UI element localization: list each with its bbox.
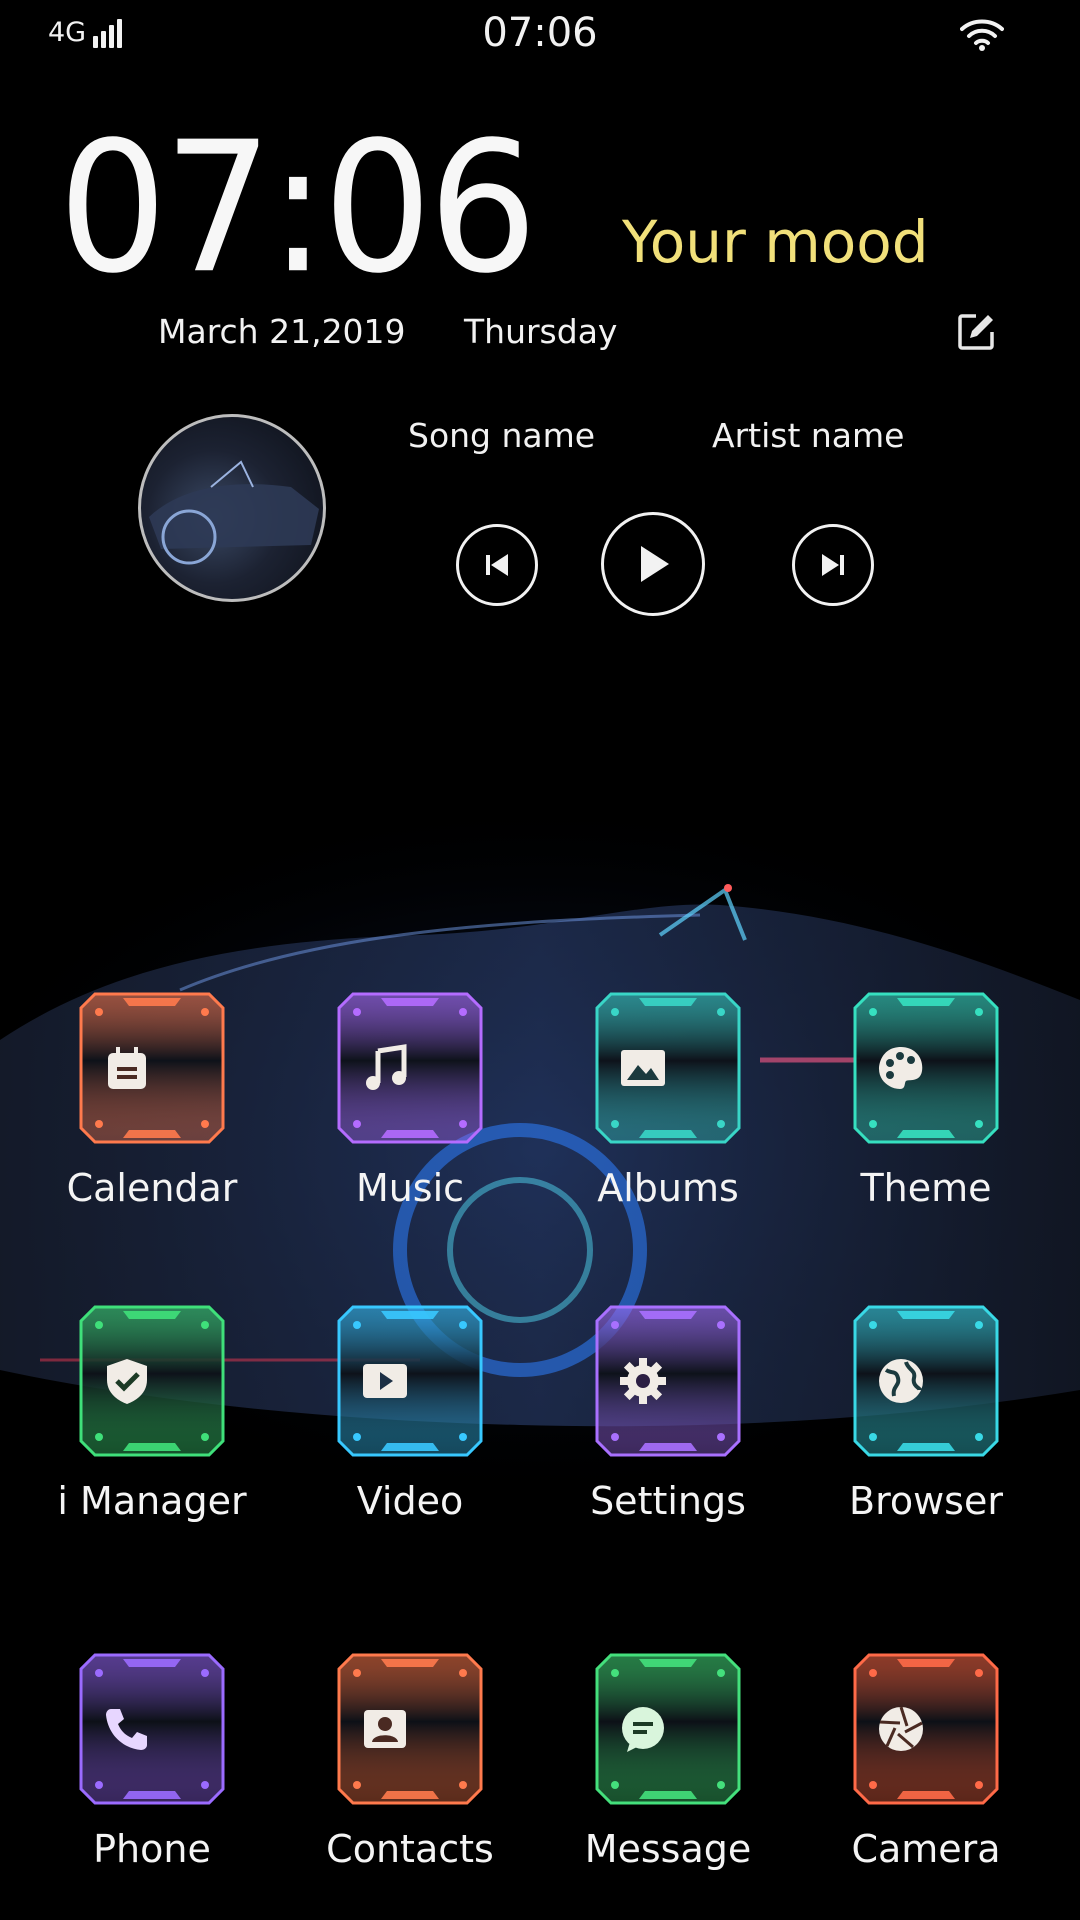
shield-check-icon bbox=[107, 1359, 147, 1404]
app-label: Browser bbox=[849, 1479, 1003, 1523]
app-i-manager[interactable]: i Manager bbox=[52, 1303, 252, 1543]
app-video[interactable]: Video bbox=[310, 1303, 510, 1543]
status-time: 07:06 bbox=[482, 10, 598, 56]
palette-icon bbox=[879, 1047, 923, 1089]
app-tile-frame bbox=[595, 1653, 741, 1805]
app-label: Phone bbox=[93, 1827, 211, 1871]
status-bar: 4G 07:06 bbox=[0, 0, 1080, 70]
chat-bubble-icon bbox=[622, 1707, 664, 1752]
app-label: Music bbox=[355, 1166, 465, 1210]
app-contacts[interactable]: Contacts bbox=[310, 1651, 510, 1891]
app-tile-frame bbox=[853, 992, 999, 1144]
app-tile-frame bbox=[853, 1305, 999, 1457]
app-label: Theme bbox=[860, 1166, 992, 1210]
skip-next-icon bbox=[822, 554, 844, 576]
app-tile-frame bbox=[337, 992, 483, 1144]
mood-text[interactable]: Your mood bbox=[622, 208, 929, 276]
widget-clock[interactable]: 07:06 bbox=[58, 117, 538, 299]
app-label: Camera bbox=[851, 1827, 1001, 1871]
app-tile-frame bbox=[79, 1653, 225, 1805]
app-tile-frame bbox=[853, 1653, 999, 1805]
app-tile-frame bbox=[595, 992, 741, 1144]
album-car-image bbox=[149, 460, 319, 565]
camera-shutter-icon bbox=[879, 1706, 923, 1751]
widget-date: March 21,2019 bbox=[158, 312, 406, 351]
app-label: Video bbox=[356, 1479, 464, 1523]
contact-card-icon bbox=[364, 1710, 406, 1748]
app-label: Albums bbox=[597, 1166, 739, 1210]
app-tile-frame bbox=[337, 1305, 483, 1457]
app-music[interactable]: Music bbox=[310, 990, 510, 1230]
app-camera[interactable]: Camera bbox=[826, 1651, 1026, 1891]
app-label: i Manager bbox=[57, 1479, 247, 1523]
play-video-icon bbox=[363, 1364, 407, 1398]
edit-icon[interactable] bbox=[956, 312, 996, 352]
app-tile-frame bbox=[79, 992, 225, 1144]
app-theme[interactable]: Theme bbox=[826, 990, 1026, 1230]
skip-previous-icon bbox=[486, 554, 508, 576]
app-settings[interactable]: Settings bbox=[568, 1303, 768, 1543]
play-button[interactable] bbox=[601, 512, 705, 616]
next-button[interactable] bbox=[792, 524, 874, 606]
app-label: Message bbox=[584, 1827, 752, 1871]
widget-weekday: Thursday bbox=[464, 312, 618, 351]
gear-icon bbox=[620, 1358, 666, 1404]
image-icon bbox=[621, 1050, 665, 1086]
calendar-icon bbox=[108, 1047, 146, 1089]
app-label: Settings bbox=[590, 1479, 746, 1523]
app-phone[interactable]: Phone bbox=[52, 1651, 252, 1891]
app-calendar[interactable]: Calendar bbox=[52, 990, 252, 1230]
app-browser[interactable]: Browser bbox=[826, 1303, 1026, 1543]
music-note-icon bbox=[366, 1044, 407, 1090]
play-icon bbox=[641, 546, 669, 582]
app-tile-frame bbox=[79, 1305, 225, 1457]
wifi-icon bbox=[960, 19, 1004, 51]
song-name: Song name bbox=[408, 416, 596, 455]
app-message[interactable]: Message bbox=[568, 1651, 768, 1891]
app-tile-frame bbox=[337, 1653, 483, 1805]
phone-icon bbox=[106, 1709, 147, 1750]
app-label: Calendar bbox=[66, 1166, 238, 1210]
globe-icon bbox=[879, 1359, 923, 1403]
artist-name: Artist name bbox=[712, 416, 905, 455]
previous-button[interactable] bbox=[456, 524, 538, 606]
app-tile-frame bbox=[595, 1305, 741, 1457]
app-label: Contacts bbox=[326, 1827, 494, 1871]
app-albums[interactable]: Albums bbox=[568, 990, 768, 1230]
album-art[interactable] bbox=[138, 414, 326, 602]
